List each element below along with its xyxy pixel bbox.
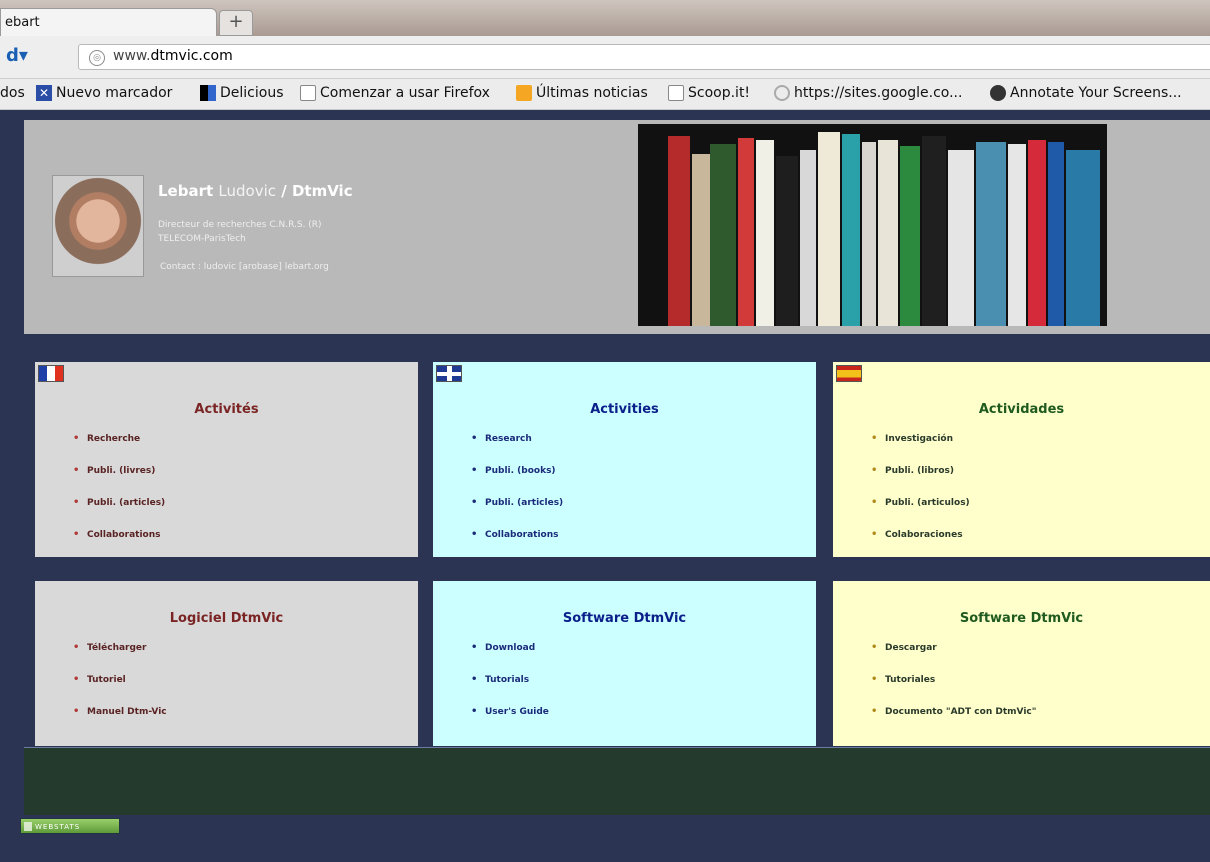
link-documento-adt[interactable]: Documento "ADT con DtmVic" bbox=[871, 705, 1036, 737]
link-publi-libros[interactable]: Publi. (libros) bbox=[871, 464, 970, 496]
bookmark-comenzar-firefox[interactable]: Comenzar a usar Firefox bbox=[300, 85, 490, 101]
tab-strip: ebart + bbox=[0, 0, 1210, 36]
link-publi-articles-en[interactable]: Publi. (articles) bbox=[471, 496, 563, 528]
bookmark-annotate[interactable]: Annotate Your Screens... bbox=[990, 85, 1182, 101]
software-card-es: Software DtmVic Descargar Tutoriales Doc… bbox=[833, 581, 1210, 746]
link-descargar[interactable]: Descargar bbox=[871, 641, 1036, 673]
page-icon bbox=[300, 85, 316, 101]
french-flag-icon[interactable] bbox=[38, 365, 64, 382]
link-colaboraciones[interactable]: Colaboraciones bbox=[871, 528, 970, 560]
url-text: www.dtmvic.com bbox=[113, 48, 233, 64]
uk-flag-icon[interactable] bbox=[436, 365, 462, 382]
link-publi-books[interactable]: Publi. (books) bbox=[471, 464, 563, 496]
rss-icon bbox=[516, 85, 532, 101]
navigation-bar: d▾ ◎ www.dtmvic.com bbox=[0, 36, 1210, 79]
activities-list-es: Investigación Publi. (libros) Publi. (ar… bbox=[871, 432, 970, 560]
bookmark-nuevo-marcador[interactable]: ✕ Nuevo marcador bbox=[36, 85, 172, 101]
software-card-en: Software DtmVic Download Tutorials User'… bbox=[433, 581, 816, 746]
bookmark-scoopit[interactable]: Scoop.it! bbox=[668, 85, 750, 101]
activities-title-fr: Activités bbox=[194, 402, 259, 417]
software-list-es: Descargar Tutoriales Documento "ADT con … bbox=[871, 641, 1036, 737]
bookmark-dos[interactable]: dos bbox=[0, 85, 25, 101]
google-sites-icon bbox=[774, 85, 790, 101]
author-contact: Contact : ludovic [arobase] lebart.org bbox=[160, 262, 329, 272]
link-tutorials[interactable]: Tutorials bbox=[471, 673, 549, 705]
bookshelf-photo bbox=[638, 124, 1107, 326]
bookmark-google-sites[interactable]: https://sites.google.co... bbox=[774, 85, 962, 101]
tab-title: ebart bbox=[5, 15, 40, 30]
activities-card-en: Activities Research Publi. (books) Publi… bbox=[433, 362, 816, 557]
link-collaborations-fr[interactable]: Collaborations bbox=[73, 528, 165, 560]
activities-list-fr: Recherche Publi. (livres) Publi. (articl… bbox=[73, 432, 165, 560]
link-research[interactable]: Research bbox=[471, 432, 563, 464]
page-content: Lebart Ludovic / DtmVic Directeur de rec… bbox=[0, 110, 1210, 862]
software-title-es: Software DtmVic bbox=[959, 611, 1084, 626]
activities-title-en: Activities bbox=[590, 402, 659, 417]
link-recherche[interactable]: Recherche bbox=[73, 432, 165, 464]
link-tutoriel[interactable]: Tutoriel bbox=[73, 673, 167, 705]
activities-title-es: Actividades bbox=[978, 402, 1065, 417]
globe-icon: ◎ bbox=[89, 50, 105, 66]
link-manuel[interactable]: Manuel Dtm-Vic bbox=[73, 705, 167, 737]
footer-band bbox=[24, 747, 1210, 815]
software-title-en: Software DtmVic bbox=[562, 611, 687, 626]
bookmarks-bar: dos ✕ Nuevo marcador Delicious Comenzar a… bbox=[0, 79, 1210, 110]
software-list-fr: Télécharger Tutoriel Manuel Dtm-Vic bbox=[73, 641, 167, 737]
author-position: Directeur de recherches C.N.R.S. (R) bbox=[158, 220, 322, 230]
link-publi-articulos[interactable]: Publi. (articulos) bbox=[871, 496, 970, 528]
browser-menu-button[interactable]: d▾ bbox=[6, 45, 40, 69]
activities-card-fr: Activités Recherche Publi. (livres) Publ… bbox=[35, 362, 418, 557]
author-name: Lebart Ludovic / DtmVic bbox=[158, 182, 353, 200]
bookmark-delicious[interactable]: Delicious bbox=[200, 85, 284, 101]
author-photo bbox=[52, 175, 144, 277]
software-list-en: Download Tutorials User's Guide bbox=[471, 641, 549, 737]
delicious-icon bbox=[200, 85, 216, 101]
link-users-guide[interactable]: User's Guide bbox=[471, 705, 549, 737]
page-icon bbox=[668, 85, 684, 101]
link-publi-livres[interactable]: Publi. (livres) bbox=[73, 464, 165, 496]
site-header: Lebart Ludovic / DtmVic Directeur de rec… bbox=[24, 120, 1210, 334]
activities-list-en: Research Publi. (books) Publi. (articles… bbox=[471, 432, 563, 560]
link-collaborations-en[interactable]: Collaborations bbox=[471, 528, 563, 560]
activities-card-es: Actividades Investigación Publi. (libros… bbox=[833, 362, 1210, 557]
link-investigacion[interactable]: Investigación bbox=[871, 432, 970, 464]
link-tutoriales[interactable]: Tutoriales bbox=[871, 673, 1036, 705]
address-bar[interactable]: ◎ www.dtmvic.com bbox=[78, 44, 1210, 70]
software-card-fr: Logiciel DtmVic Télécharger Tutoriel Man… bbox=[35, 581, 418, 746]
author-institution: TELECOM-ParisTech bbox=[158, 234, 246, 244]
annotate-icon bbox=[990, 85, 1006, 101]
software-title-fr: Logiciel DtmVic bbox=[169, 611, 284, 626]
new-tab-button[interactable]: + bbox=[219, 10, 253, 36]
bookmark-ultimas-noticias[interactable]: Últimas noticias bbox=[516, 85, 648, 101]
webstats-badge[interactable]: WEBSTATS bbox=[20, 818, 120, 834]
link-download[interactable]: Download bbox=[471, 641, 549, 673]
browser-tab[interactable]: ebart bbox=[0, 8, 217, 36]
spanish-flag-icon[interactable] bbox=[836, 365, 862, 382]
link-telecharger[interactable]: Télécharger bbox=[73, 641, 167, 673]
x-icon: ✕ bbox=[36, 85, 52, 101]
link-publi-articles[interactable]: Publi. (articles) bbox=[73, 496, 165, 528]
